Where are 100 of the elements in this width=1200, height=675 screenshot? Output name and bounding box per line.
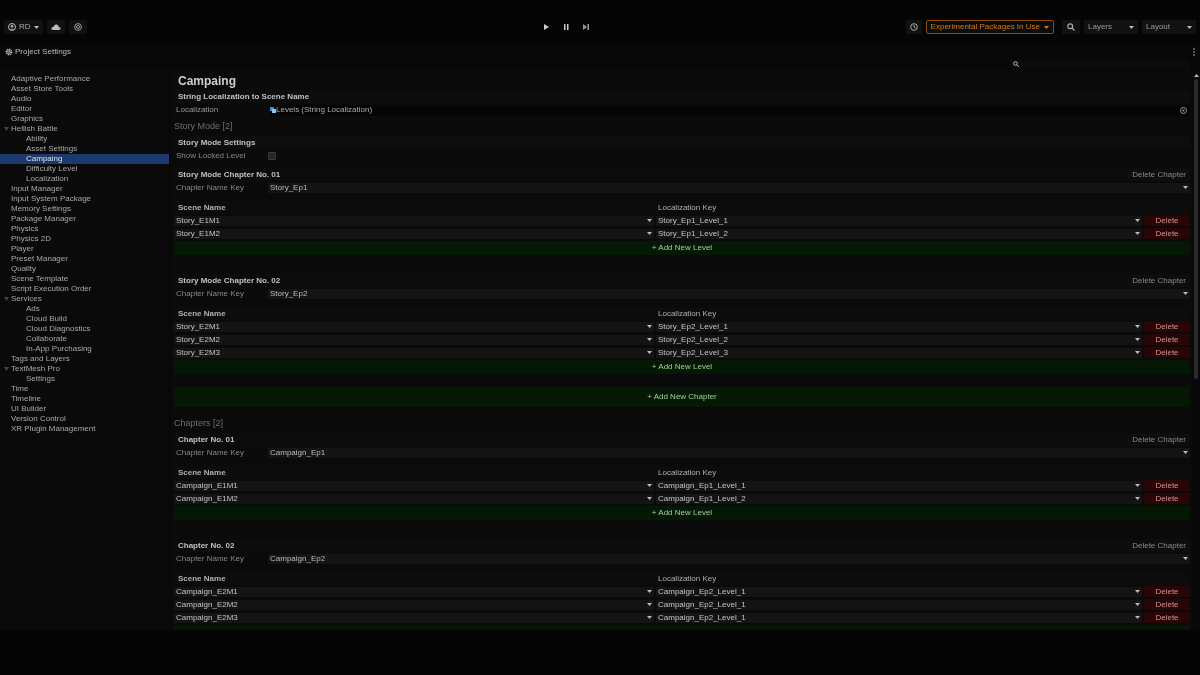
sidebar-item[interactable]: Graphics bbox=[0, 114, 169, 124]
sidebar-item[interactable]: UI Builder bbox=[0, 404, 169, 414]
caret-icon bbox=[1044, 25, 1049, 29]
chapter-name-dropdown[interactable]: Campaign_Ep2 bbox=[268, 553, 1190, 564]
sidebar-item[interactable]: TextMesh Pro bbox=[0, 364, 169, 374]
delete-button[interactable]: Delete bbox=[1144, 321, 1190, 332]
scene-dropdown[interactable]: Story_E1M1 bbox=[174, 215, 654, 226]
sidebar-item[interactable]: Script Execution Order bbox=[0, 284, 169, 294]
delete-button[interactable]: Delete bbox=[1144, 228, 1190, 239]
sidebar-item[interactable]: Difficulty Level bbox=[0, 164, 169, 174]
localization-key-dropdown[interactable]: Story_Ep1_Level_2 bbox=[656, 228, 1142, 239]
add-level-button[interactable]: + Add New Level bbox=[174, 360, 1190, 374]
asset-icon bbox=[270, 107, 276, 113]
sidebar-item[interactable]: Cloud Build bbox=[0, 314, 169, 324]
sidebar-item[interactable]: Input Manager bbox=[0, 184, 169, 194]
add-chapter-button[interactable]: + Add New Chapter bbox=[174, 387, 1190, 407]
localization-key-dropdown[interactable]: Story_Ep1_Level_1 bbox=[656, 215, 1142, 226]
sidebar-item[interactable]: Input System Package bbox=[0, 194, 169, 204]
cloud-button[interactable] bbox=[46, 20, 65, 34]
sidebar-item[interactable]: Adaptive Performance bbox=[0, 74, 169, 84]
scene-dropdown[interactable]: Campaign_E2M3 bbox=[174, 612, 654, 623]
collab-button[interactable] bbox=[68, 20, 87, 34]
localization-key-dropdown[interactable]: Campaign_Ep1_Level_2 bbox=[656, 493, 1142, 504]
delete-button[interactable]: Delete bbox=[1144, 480, 1190, 491]
add-level-button[interactable]: + Add New Level bbox=[174, 241, 1190, 255]
caret-icon bbox=[1129, 25, 1134, 29]
sidebar-item[interactable]: Physics bbox=[0, 224, 169, 234]
sidebar-item[interactable]: Services bbox=[0, 294, 169, 304]
scene-dropdown[interactable]: Campaign_E2M2 bbox=[174, 599, 654, 610]
target-icon bbox=[73, 23, 82, 31]
layers-dropdown[interactable]: Layers bbox=[1084, 20, 1138, 34]
sidebar-item[interactable]: In-App Purchasing bbox=[0, 344, 169, 354]
scene-dropdown[interactable]: Campaign_E2M1 bbox=[174, 586, 654, 597]
history-button[interactable] bbox=[905, 20, 922, 34]
sidebar-item[interactable]: Physics 2D bbox=[0, 234, 169, 244]
sidebar-item[interactable]: Cloud Diagnostics bbox=[0, 324, 169, 334]
scene-dropdown[interactable]: Story_E2M3 bbox=[174, 347, 654, 358]
sidebar-item[interactable]: Audio bbox=[0, 94, 169, 104]
column-header: Scene Name bbox=[177, 574, 227, 583]
sidebar-item[interactable]: Hellish Battle bbox=[0, 124, 169, 134]
localization-key-dropdown[interactable]: Story_Ep2_Level_3 bbox=[656, 347, 1142, 358]
delete-button[interactable]: Delete bbox=[1144, 215, 1190, 226]
delete-button[interactable]: Delete bbox=[1144, 612, 1190, 623]
chapter-name-dropdown[interactable]: Story_Ep2 bbox=[268, 288, 1190, 299]
checkbox[interactable] bbox=[268, 151, 276, 160]
sidebar-item[interactable]: Collaborate bbox=[0, 334, 169, 344]
sidebar-item[interactable]: Scene Template bbox=[0, 274, 169, 284]
caret-icon bbox=[1135, 497, 1140, 500]
experimental-packages-dropdown[interactable]: Experimental Packages In Use bbox=[925, 20, 1054, 34]
sidebar-item[interactable]: Preset Manager bbox=[0, 254, 169, 264]
localization-key-dropdown[interactable]: Campaign_Ep2_Level_1 bbox=[656, 612, 1142, 623]
search-field[interactable] bbox=[1010, 59, 1190, 69]
search-button[interactable] bbox=[1062, 20, 1080, 34]
sidebar-item[interactable]: Asset Settings bbox=[0, 144, 169, 154]
delete-button[interactable]: Delete bbox=[1144, 493, 1190, 504]
chapter-name-dropdown[interactable]: Story_Ep1 bbox=[268, 182, 1190, 193]
column-header: Scene Name bbox=[177, 203, 227, 212]
group-heading: Story Mode [2] bbox=[174, 122, 233, 131]
add-level-button[interactable]: + Add New Level bbox=[174, 506, 1190, 520]
localization-key-dropdown[interactable]: Story_Ep2_Level_2 bbox=[656, 334, 1142, 345]
caret-icon bbox=[1183, 292, 1188, 295]
delete-button[interactable]: Delete bbox=[1144, 586, 1190, 597]
sidebar-item[interactable]: Campaing bbox=[0, 154, 169, 164]
sidebar-item[interactable]: Asset Store Tools bbox=[0, 84, 169, 94]
localization-key-dropdown[interactable]: Campaign_Ep1_Level_1 bbox=[656, 480, 1142, 491]
sidebar-item[interactable]: Timeline bbox=[0, 394, 169, 404]
field-label: Chapter Name Key bbox=[175, 183, 246, 192]
chapter-name-dropdown[interactable]: Campaign_Ep1 bbox=[268, 447, 1190, 458]
delete-button[interactable]: Delete bbox=[1144, 334, 1190, 345]
sidebar-item[interactable]: Package Manager bbox=[0, 214, 169, 224]
scene-dropdown[interactable]: Campaign_E1M1 bbox=[174, 480, 654, 491]
scene-dropdown[interactable]: Campaign_E1M2 bbox=[174, 493, 654, 504]
account-button[interactable]: RD bbox=[4, 20, 43, 34]
scene-dropdown[interactable]: Story_E2M1 bbox=[174, 321, 654, 332]
column-header: Localization Key bbox=[657, 468, 717, 477]
window-title: Project Settings bbox=[15, 48, 72, 56]
sidebar-item[interactable]: Ability bbox=[0, 134, 169, 144]
scene-dropdown[interactable]: Story_E1M2 bbox=[174, 228, 654, 239]
sidebar-item[interactable]: Quality bbox=[0, 264, 169, 274]
sidebar-item[interactable]: Tags and Layers bbox=[0, 354, 169, 364]
sidebar-item[interactable]: Version Control bbox=[0, 414, 169, 424]
sidebar-item[interactable]: Editor bbox=[0, 104, 169, 114]
caret-icon bbox=[1135, 325, 1140, 328]
sidebar-item[interactable]: Settings bbox=[0, 374, 169, 384]
localization-key-dropdown[interactable]: Story_Ep2_Level_1 bbox=[656, 321, 1142, 332]
layout-dropdown[interactable]: Layout bbox=[1142, 20, 1196, 34]
delete-button[interactable]: Delete bbox=[1144, 347, 1190, 358]
localization-key-dropdown[interactable]: Campaign_Ep2_Level_1 bbox=[656, 599, 1142, 610]
caret-icon bbox=[1135, 232, 1140, 235]
object-field[interactable]: Levels (String Localization) bbox=[270, 104, 1190, 116]
localization-key-dropdown[interactable]: Campaign_Ep2_Level_1 bbox=[656, 586, 1142, 597]
delete-button[interactable]: Delete bbox=[1144, 599, 1190, 610]
sidebar-item[interactable]: XR Plugin Management bbox=[0, 424, 169, 434]
scene-dropdown[interactable]: Story_E2M2 bbox=[174, 334, 654, 345]
sidebar-item[interactable]: Ads bbox=[0, 304, 169, 314]
sidebar-item[interactable]: Player bbox=[0, 244, 169, 254]
column-header: Localization Key bbox=[657, 309, 717, 318]
sidebar-item[interactable]: Localization bbox=[0, 174, 169, 184]
sidebar-item[interactable]: Memory Settings bbox=[0, 204, 169, 214]
sidebar-item[interactable]: Time bbox=[0, 384, 169, 394]
